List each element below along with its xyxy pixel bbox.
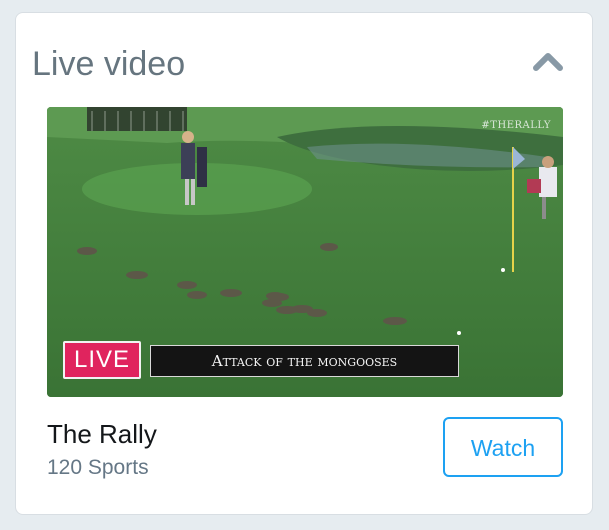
hashtag-watermark: #THERALLY — [481, 120, 551, 131]
card-title: Live video — [32, 45, 186, 83]
video-player[interactable]: #THERALLY LIVE Attack of the mongooses — [47, 107, 563, 397]
live-badge: LIVE — [63, 341, 141, 379]
show-subtitle: 120 Sports — [47, 456, 149, 479]
watch-button[interactable]: Watch — [443, 417, 563, 477]
video-caption: Attack of the mongooses — [150, 345, 459, 377]
show-name: The Rally — [47, 419, 157, 449]
chevron-up-icon[interactable] — [530, 48, 566, 76]
